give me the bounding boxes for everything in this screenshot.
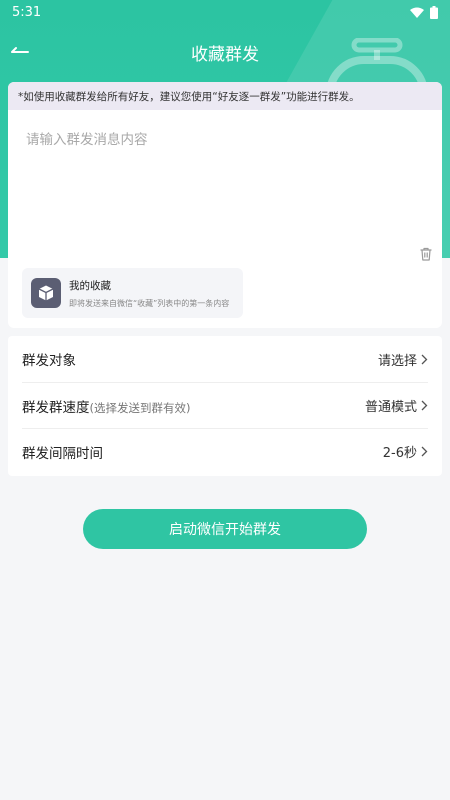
wifi-icon (410, 7, 424, 18)
setting-row-speed[interactable]: 群发群速度(选择发送到群有效) 普通模式 (22, 382, 428, 428)
status-bar: 5:31 (0, 0, 450, 24)
setting-value-speed: 普通模式 (364, 400, 417, 415)
cube-icon (31, 278, 61, 308)
setting-value-target: 请选择 (377, 353, 417, 369)
setting-label-interval: 群发间隔时间 (22, 445, 103, 462)
message-input[interactable] (8, 110, 442, 230)
notice-banner: *如使用收藏群发给所有好友，建议您使用“好友逐一群发”功能进行群发。 (8, 82, 442, 110)
setting-row-interval[interactable]: 群发间隔时间 2-6秒 (22, 428, 428, 474)
back-arrow-icon (11, 47, 29, 53)
status-time: 5:31 (12, 4, 42, 20)
setting-row-target[interactable]: 群发对象 请选择 (22, 336, 428, 382)
navigation-bar: 收藏群发 (0, 32, 450, 72)
setting-hint-speed: (选择发送到群有效) (89, 400, 191, 415)
chevron-right-icon (421, 446, 428, 457)
start-broadcast-button[interactable]: 启动微信开始群发 (83, 509, 367, 549)
page-title: 收藏群发 (191, 44, 259, 65)
favorite-subtitle: 即将发送来自微信“收藏”列表中的第一条内容 (69, 298, 230, 308)
favorite-source-card[interactable]: 我的收藏 即将发送来自微信“收藏”列表中的第一条内容 (22, 268, 243, 318)
favorite-title: 我的收藏 (69, 279, 111, 292)
chevron-right-icon (421, 400, 428, 411)
setting-value-interval: 2-6秒 (382, 446, 417, 461)
settings-card: 群发对象 请选择 群发群速度(选择发送到群有效) 普通模式 群发间隔时间 2-6… (8, 336, 442, 476)
back-button[interactable] (8, 40, 32, 64)
setting-label-target: 群发对象 (22, 353, 76, 369)
trash-icon[interactable] (418, 246, 434, 262)
chevron-right-icon (421, 354, 428, 364)
message-card: *如使用收藏群发给所有好友，建议您使用“好友逐一群发”功能进行群发。 我的收藏 … (8, 82, 442, 328)
battery-icon (430, 5, 438, 19)
setting-label-speed: 群发群速度 (22, 399, 90, 416)
